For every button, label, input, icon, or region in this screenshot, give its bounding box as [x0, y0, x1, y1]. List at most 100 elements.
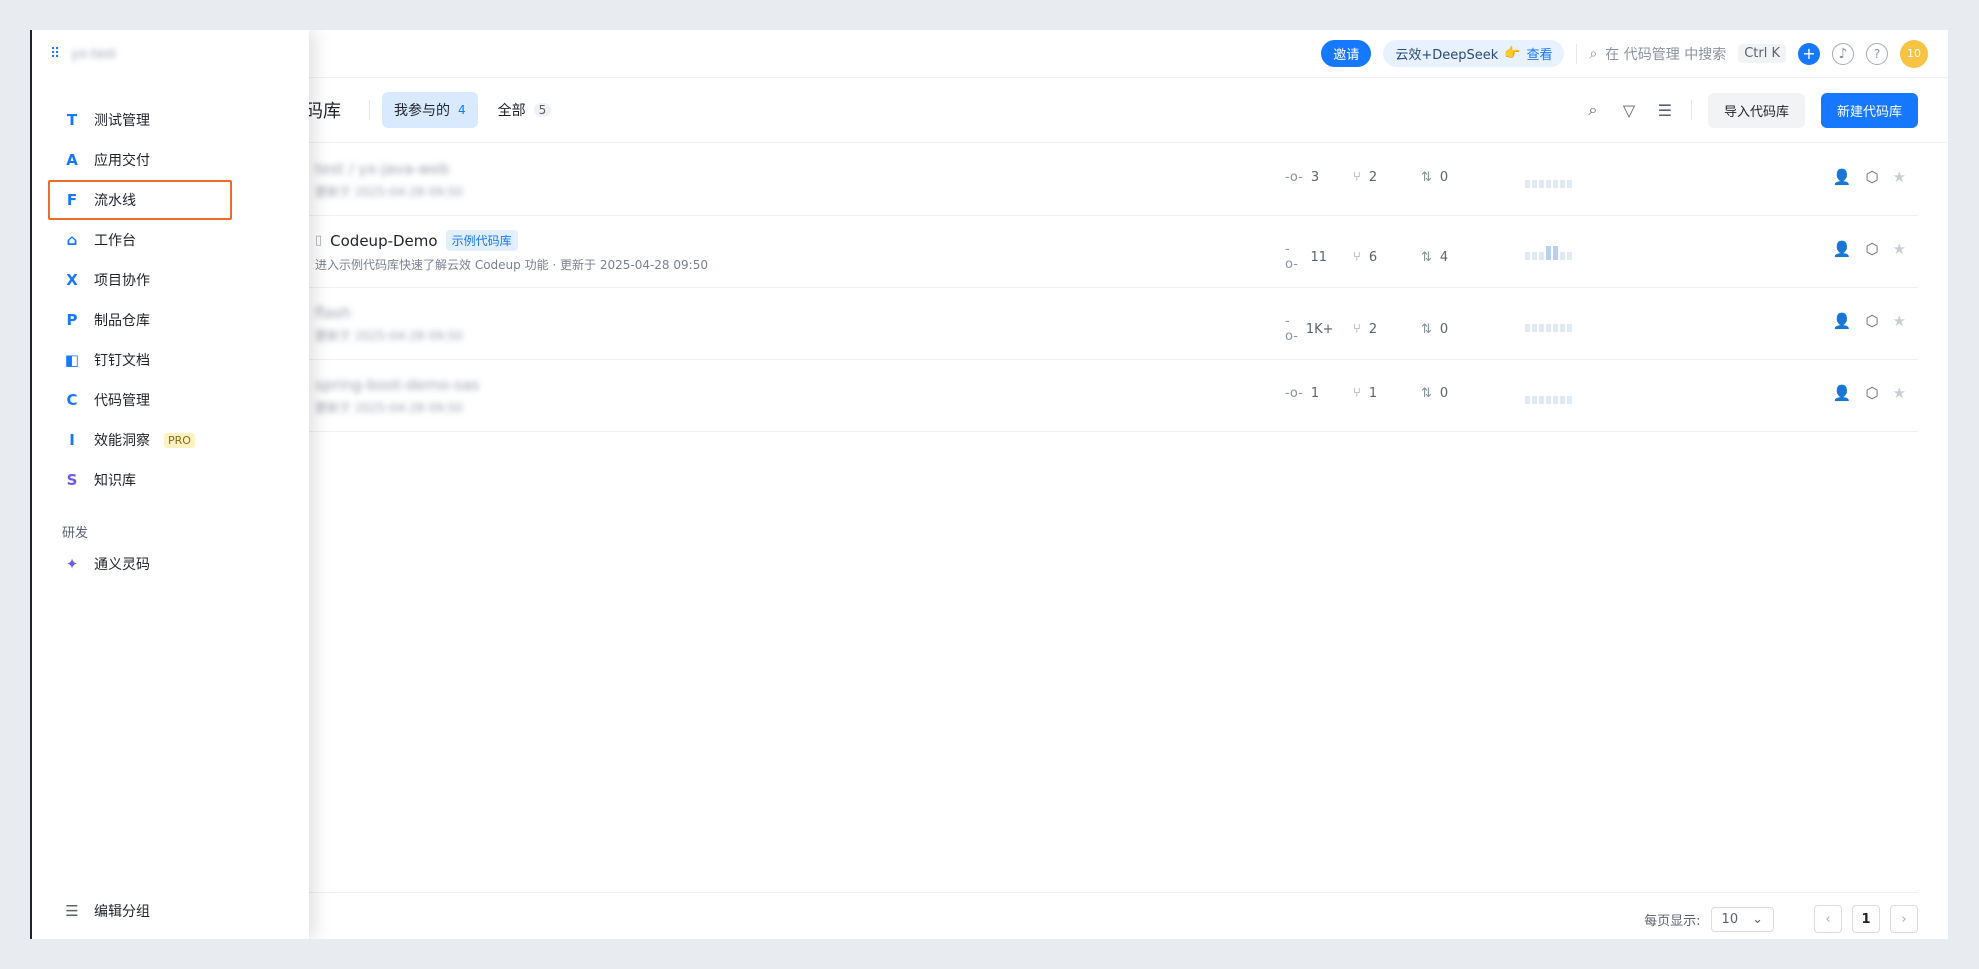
merge-request-icon: ⇅: [1421, 386, 1432, 401]
page-size-value: 10: [1721, 911, 1739, 927]
edit-groups-icon: ☰: [65, 902, 79, 920]
tab-all[interactable]: 全部 5: [486, 92, 564, 128]
sidebar-item-app-delivery[interactable]: A 应用交付: [32, 140, 309, 180]
help-icon[interactable]: ?: [1866, 42, 1888, 65]
star-icon[interactable]: ★: [1893, 240, 1906, 258]
add-member-icon[interactable]: 👤: [1833, 384, 1852, 402]
repo-stats: -o- 1K+ ⑂ 2 ⇅ 0: [1285, 314, 1463, 344]
activity-chart: [1525, 390, 1572, 404]
merge-request-icon: ⇅: [1421, 170, 1432, 185]
table-row[interactable]: flash 更新于 2025-04-28 09:50 -o- 1K+ ⑂ 2 ⇅ 0 …: [285, 288, 1918, 360]
commit-count: 1: [1310, 386, 1320, 401]
next-page-button[interactable]: ›: [1890, 905, 1918, 933]
settings-icon[interactable]: ⬡: [1865, 312, 1878, 330]
divider: [369, 100, 370, 120]
sidebar-footer: ☰ 编辑分组: [32, 891, 309, 931]
tab-participated[interactable]: 我参与的 4: [382, 92, 478, 128]
add-member-icon[interactable]: 👤: [1833, 168, 1852, 186]
sidebar-item-pipeline[interactable]: F 流水线: [32, 180, 309, 220]
sort-icon[interactable]: ☰: [1655, 101, 1675, 120]
import-repo-button[interactable]: 导入代码库: [1707, 92, 1805, 128]
sidebar-item-label: 项目协作: [94, 273, 150, 289]
activity-chart: [1525, 174, 1572, 188]
sidebar-item-test-management[interactable]: T 测试管理: [32, 100, 309, 140]
sidebar-item-workbench[interactable]: ⌂ 工作台: [32, 220, 309, 260]
tab-count: 4: [458, 103, 466, 117]
settings-icon[interactable]: ⬡: [1865, 168, 1878, 186]
sidebar-item-code-management[interactable]: C 代码管理: [32, 380, 309, 420]
table-row[interactable]: test / yx-java-web 更新于 2025-04-28 09:50 …: [285, 144, 1918, 216]
settings-icon[interactable]: ⬡: [1865, 240, 1878, 258]
deepseek-banner[interactable]: 云效+DeepSeek 👉 查看: [1383, 40, 1565, 67]
bookmark-icon: ▯: [315, 233, 323, 248]
add-member-icon[interactable]: 👤: [1833, 312, 1852, 330]
deepseek-view-link[interactable]: 查看: [1526, 44, 1552, 63]
repo-name[interactable]: test / yx-java-web: [315, 160, 449, 178]
user-avatar[interactable]: 10: [1900, 39, 1928, 68]
project-collab-icon: X: [66, 271, 78, 289]
insight-icon: I: [69, 431, 75, 449]
table-row[interactable]: ▯ Codeup-Demo 示例代码库 进入示例代码库快速了解云效 Codeup…: [285, 216, 1918, 288]
repo-name[interactable]: flash: [315, 304, 351, 322]
sidebar-item-knowledge-base[interactable]: S 知识库: [32, 460, 309, 500]
add-member-icon[interactable]: 👤: [1833, 240, 1852, 258]
commit-count: 1K+: [1305, 321, 1334, 337]
notification-bell-icon[interactable]: ♪: [1832, 42, 1854, 65]
page-size-select[interactable]: 10 ⌄: [1710, 906, 1774, 932]
sidebar-item-dingtalk-docs[interactable]: ◧ 钉钉文档: [32, 340, 309, 380]
pagination-bar: 每页显示: 10 ⌄ ‹ 1 ›: [305, 892, 1918, 939]
repo-name[interactable]: Codeup-Demo: [330, 232, 437, 250]
create-plus-icon[interactable]: +: [1798, 42, 1820, 65]
table-row[interactable]: spring-boot-demo-sas 更新于 2025-04-28 09:5…: [285, 360, 1918, 432]
row-actions: 👤 ⬡ ★: [1833, 384, 1906, 402]
star-icon[interactable]: ★: [1893, 168, 1906, 186]
app-grid-icon[interactable]: ⠿: [50, 46, 60, 62]
divider: [1576, 43, 1578, 64]
star-icon[interactable]: ★: [1893, 384, 1906, 402]
top-bar: 邀请 云效+DeepSeek 👉 查看 ⌕ 在 代码管理 中搜索 Ctrl K …: [30, 30, 1948, 78]
repo-desc: 更新于 2025-04-28 09:50: [315, 184, 463, 199]
sidebar-item-label: 钉钉文档: [94, 353, 150, 369]
search-icon[interactable]: ⌕: [1583, 100, 1603, 120]
repo-desc: 进入示例代码库快速了解云效 Codeup 功能 · 更新于 2025-04-28…: [315, 258, 708, 272]
lingma-icon: ✦: [65, 555, 79, 573]
commit-icon: -o-: [1285, 242, 1298, 272]
settings-icon[interactable]: ⬡: [1865, 384, 1878, 402]
sidebar-list: T 测试管理 A 应用交付 F 流水线 ⌂ 工作台 X 项目协作 P 制品仓库 …: [32, 100, 309, 584]
repo-desc: 更新于 2025-04-28 09:50: [315, 400, 463, 415]
app-switcher-sidebar: ⠿ yx-test T 测试管理 A 应用交付 F 流水线 ⌂ 工作台 X 项目…: [30, 30, 309, 939]
branch-count: 1: [1368, 386, 1378, 401]
activity-chart: [1525, 246, 1572, 260]
merge-request-icon: ⇅: [1421, 321, 1432, 337]
branch-count: 2: [1368, 321, 1378, 337]
row-actions: 👤 ⬡ ★: [1833, 168, 1906, 186]
sidebar-item-artifact-repo[interactable]: P 制品仓库: [32, 300, 309, 340]
filter-icon[interactable]: ▽: [1619, 101, 1639, 120]
star-icon[interactable]: ★: [1893, 312, 1906, 330]
search-placeholder: 在 代码管理 中搜索: [1605, 46, 1727, 63]
org-name[interactable]: yx-test: [71, 47, 116, 62]
app-delivery-icon: A: [66, 151, 78, 169]
tab-label: 我参与的: [394, 103, 450, 119]
code-management-icon: C: [66, 391, 78, 409]
tab-label: 全部: [497, 103, 526, 119]
global-search[interactable]: ⌕ 在 代码管理 中搜索: [1589, 44, 1726, 64]
page-number-button[interactable]: 1: [1852, 905, 1880, 933]
repo-name[interactable]: spring-boot-demo-sas: [315, 376, 479, 394]
merge-request-icon: ⇅: [1421, 249, 1432, 265]
hand-icon: 👉: [1504, 46, 1521, 61]
sidebar-item-project-collab[interactable]: X 项目协作: [32, 260, 309, 300]
sidebar-item-lingma[interactable]: ✦ 通义灵码: [32, 544, 309, 584]
chevron-down-icon: ⌄: [1752, 911, 1763, 927]
sidebar-item-label: 编辑分组: [94, 904, 150, 920]
header-actions: ⌕ ▽ ☰ 导入代码库 新建代码库: [1583, 92, 1918, 128]
prev-page-button[interactable]: ‹: [1814, 905, 1842, 933]
edit-groups-button[interactable]: ☰ 编辑分组: [32, 891, 309, 931]
invite-button[interactable]: 邀请: [1321, 40, 1372, 67]
new-repo-button[interactable]: 新建代码库: [1820, 92, 1918, 128]
mr-count: 0: [1439, 170, 1449, 185]
mr-count: 4: [1439, 249, 1449, 265]
sidebar-item-insight[interactable]: I 效能洞察 PRO: [32, 420, 309, 460]
dingtalk-docs-icon: ◧: [64, 351, 80, 369]
branch-icon: ⑂: [1353, 321, 1361, 337]
